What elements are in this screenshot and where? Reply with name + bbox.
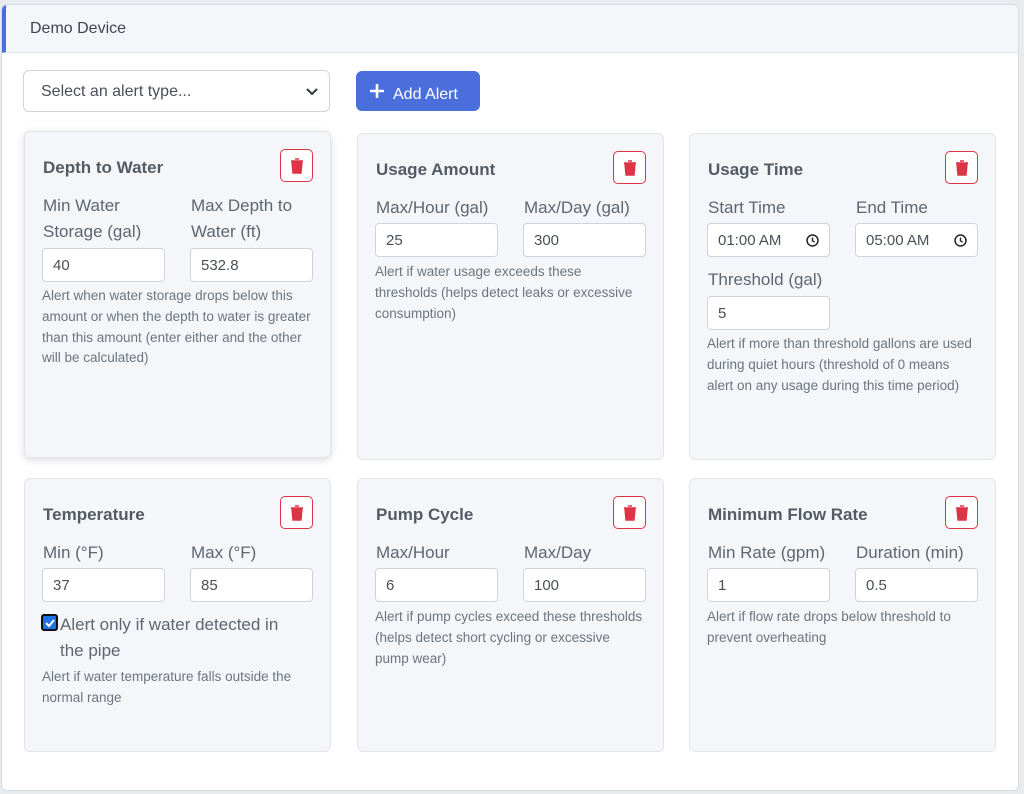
add-alert-label: Add Alert bbox=[393, 86, 458, 103]
duration-label: Duration (min) bbox=[856, 543, 964, 562]
input-value: 300 bbox=[534, 232, 560, 249]
trash-icon bbox=[956, 505, 968, 521]
threshold-input[interactable]: 5 bbox=[707, 296, 830, 330]
delete-button[interactable] bbox=[945, 151, 978, 184]
card-title: Pump Cycle bbox=[376, 505, 474, 524]
add-alert-button[interactable]: Add Alert bbox=[356, 71, 480, 111]
input-value: 37 bbox=[53, 577, 70, 594]
alert-card-temperature: Temperature Min (°F) Max (°F) 37 85 Aler… bbox=[24, 478, 331, 752]
input-value: 6 bbox=[386, 577, 395, 594]
card-title: Usage Amount bbox=[376, 160, 496, 179]
min-water-storage-input[interactable]: 40 bbox=[42, 248, 165, 282]
alert-type-select[interactable]: Select an alert type... bbox=[23, 70, 330, 112]
delete-button[interactable] bbox=[613, 496, 646, 529]
input-value: 85 bbox=[201, 577, 218, 594]
input-value: 5 bbox=[718, 305, 727, 322]
end-time-input[interactable]: 05:00 AM bbox=[855, 223, 978, 257]
water-detected-label[interactable]: Alert only if water detected in the pipe bbox=[60, 612, 305, 664]
trash-icon bbox=[624, 160, 636, 176]
min-rate-label: Min Rate (gpm) bbox=[708, 543, 826, 562]
max-depth-input[interactable]: 532.8 bbox=[190, 248, 313, 282]
input-value: 532.8 bbox=[201, 257, 239, 274]
input-value: 0.5 bbox=[866, 577, 887, 594]
delete-button[interactable] bbox=[280, 496, 313, 529]
delete-button[interactable] bbox=[280, 149, 313, 182]
help-text: Alert if water temperature falls outside… bbox=[42, 669, 292, 705]
alert-card-pump-cycle: Pump Cycle Max/Hour Max/Day 6 100 Alert … bbox=[357, 478, 664, 752]
start-time-label: Start Time bbox=[708, 198, 786, 217]
trash-icon bbox=[291, 158, 303, 174]
alert-card-depth-to-water: Depth to Water Min Water Storage (gal) M… bbox=[24, 131, 331, 458]
end-time-label: End Time bbox=[856, 198, 928, 217]
panel-header: Demo Device bbox=[2, 5, 1018, 53]
check-icon bbox=[45, 619, 55, 628]
max-depth-label: Max Depth to Water (ft) bbox=[191, 196, 293, 241]
input-value: 01:00 AM bbox=[718, 232, 782, 249]
help-text: Alert if pump cycles exceed these thresh… bbox=[375, 609, 643, 666]
card-title: Minimum Flow Rate bbox=[708, 505, 868, 524]
alert-card-usage-amount: Usage Amount Max/Hour (gal) Max/Day (gal… bbox=[357, 133, 664, 460]
max-temp-label: Max (°F) bbox=[191, 543, 257, 562]
input-value: 40 bbox=[53, 257, 70, 274]
min-temp-label: Min (°F) bbox=[43, 543, 104, 562]
clock-icon[interactable] bbox=[954, 234, 967, 247]
delete-button[interactable] bbox=[945, 496, 978, 529]
device-title: Demo Device bbox=[30, 20, 127, 37]
threshold-label: Threshold (gal) bbox=[708, 270, 823, 289]
max-hour-input[interactable]: 6 bbox=[375, 568, 498, 602]
max-day-input[interactable]: 300 bbox=[523, 223, 646, 257]
card-title: Usage Time bbox=[708, 160, 804, 179]
help-text: Alert when water storage drops below thi… bbox=[42, 288, 311, 366]
plus-icon bbox=[370, 84, 384, 98]
chevron-down-icon bbox=[306, 88, 318, 96]
input-value: 25 bbox=[386, 232, 403, 249]
max-hour-label: Max/Hour (gal) bbox=[376, 198, 489, 217]
card-title: Depth to Water bbox=[43, 158, 164, 177]
max-day-input[interactable]: 100 bbox=[523, 568, 646, 602]
trash-icon bbox=[624, 505, 636, 521]
min-temp-input[interactable]: 37 bbox=[42, 568, 165, 602]
card-title: Temperature bbox=[43, 505, 145, 524]
help-text: Alert if water usage exceeds these thres… bbox=[375, 264, 633, 321]
input-value: 100 bbox=[534, 577, 560, 594]
alert-card-minimum-flow-rate: Minimum Flow Rate Min Rate (gpm) Duratio… bbox=[689, 478, 996, 752]
water-detected-checkbox[interactable] bbox=[41, 614, 58, 631]
input-value: 1 bbox=[718, 577, 727, 594]
max-day-label: Max/Day (gal) bbox=[524, 198, 630, 217]
start-time-input[interactable]: 01:00 AM bbox=[707, 223, 830, 257]
help-text: Alert if flow rate drops below threshold… bbox=[707, 609, 951, 645]
alert-card-usage-time: Usage Time Start Time End Time 01:00 AM … bbox=[689, 133, 996, 460]
trash-icon bbox=[956, 160, 968, 176]
min-rate-input[interactable]: 1 bbox=[707, 568, 830, 602]
help-text: Alert if more than threshold gallons are… bbox=[707, 336, 972, 393]
min-water-storage-label: Min Water Storage (gal) bbox=[43, 196, 142, 241]
max-day-label: Max/Day bbox=[524, 543, 592, 562]
input-value: 05:00 AM bbox=[866, 232, 930, 249]
max-hour-label: Max/Hour bbox=[376, 543, 450, 562]
clock-icon[interactable] bbox=[806, 234, 819, 247]
alert-type-placeholder: Select an alert type... bbox=[41, 83, 192, 100]
trash-icon bbox=[291, 505, 303, 521]
max-hour-input[interactable]: 25 bbox=[375, 223, 498, 257]
delete-button[interactable] bbox=[613, 151, 646, 184]
max-temp-input[interactable]: 85 bbox=[190, 568, 313, 602]
duration-input[interactable]: 0.5 bbox=[855, 568, 978, 602]
